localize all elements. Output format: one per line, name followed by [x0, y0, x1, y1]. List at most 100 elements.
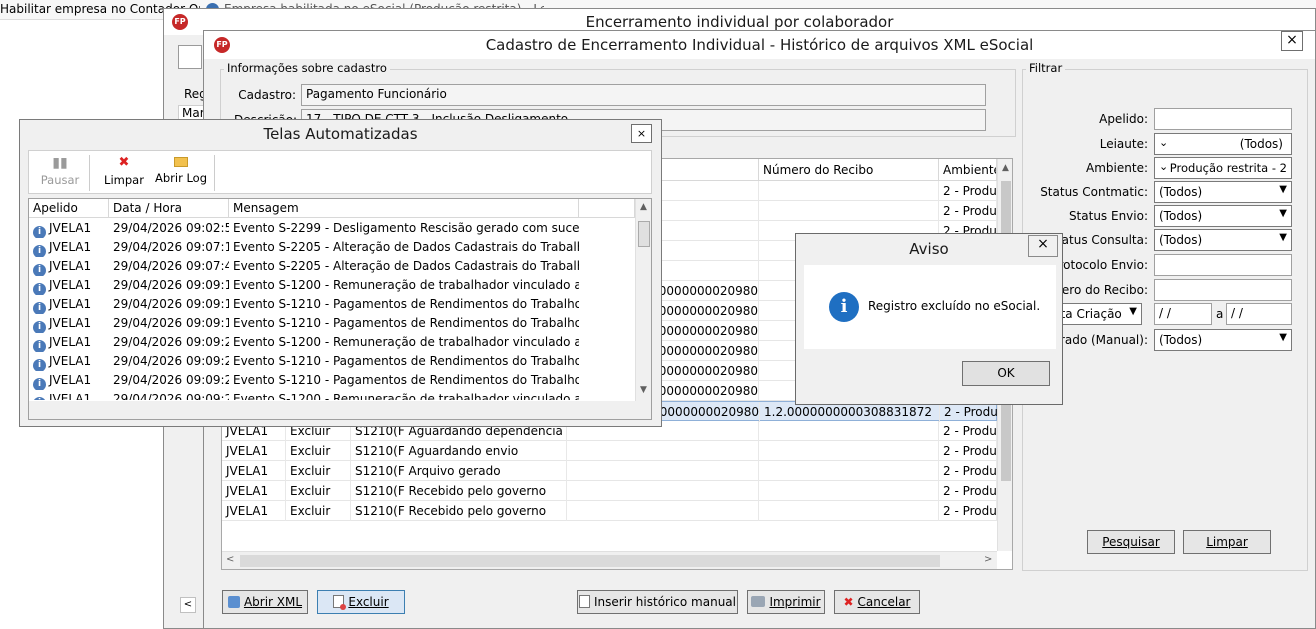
log-cell-mensagem: Evento S-1210 - Pagamentos de Rendimento… [233, 316, 579, 330]
cancelar-button[interactable]: ✖ Cancelar [834, 590, 920, 614]
inserir-historico-label: Inserir histórico manual [594, 595, 736, 609]
date-from-input[interactable]: / / [1154, 303, 1212, 325]
log-cell-mensagem: Evento S-2205 - Alteração de Dados Cadas… [233, 240, 579, 254]
table-cell-apelido: JVELA1 [222, 481, 286, 501]
table-row[interactable]: JVELA1 Excluir S1210(F Recebido pelo gover… [222, 501, 997, 521]
table-cell-recibo [759, 501, 939, 521]
outer-toolbar-button[interactable] [178, 45, 202, 69]
telas-close-button[interactable]: × [631, 124, 652, 143]
log-row[interactable]: iJVELA1 29/04/2026 09:09:20 Evento S-1200 … [29, 332, 635, 352]
log-row[interactable]: i JVELA1 29/04/2026 09:09:19 Evento S-1200 … [29, 275, 635, 295]
log-row[interactable]: i JVELA1 29/04/2026 09:09:19 Evento S-1210 … [29, 294, 635, 314]
log-apelido-text: JVELA1 [49, 297, 92, 311]
log-apelido-text: JVELA1 [49, 278, 92, 292]
numero-recibo-input[interactable] [1154, 279, 1292, 301]
grid-header-recibo[interactable]: Número do Recibo [759, 159, 939, 181]
protocolo-envio-input[interactable] [1154, 254, 1292, 276]
outer-left-scroll-arrow[interactable]: < [180, 597, 196, 613]
aviso-titlebar[interactable]: Aviso [796, 234, 1062, 264]
log-cell-datahora: 29/04/2026 09:02:51 [113, 221, 229, 235]
log-row[interactable]: iJVELA1 29/04/2026 09:09:20 Evento S-1200 … [29, 389, 635, 400]
excluir-button[interactable]: Excluir [317, 590, 405, 614]
red-x-icon: ✖ [118, 155, 130, 170]
grid-horizontal-scrollbar[interactable]: < > [222, 551, 997, 569]
aviso-ok-button[interactable]: OK [962, 361, 1050, 386]
table-cell-recibo: 1.2.0000000000308831872 [760, 402, 940, 422]
ambiente-value: Produção restrita - 2 [1169, 161, 1287, 175]
table-cell-operacao: Excluir [286, 441, 351, 461]
date-to-input[interactable]: / / [1226, 303, 1292, 325]
gerado-manual-value: (Todos) [1159, 333, 1203, 347]
close-icon: × [636, 127, 647, 140]
log-apelido-text: JVELA1 [49, 221, 92, 235]
log-row[interactable]: i JVELA1 29/04/2026 09:09:20 Evento S-1210 … [29, 370, 635, 390]
log-horizontal-scrollbar[interactable] [29, 401, 651, 419]
log-row[interactable]: i JVELA1 29/04/2026 09:07:43 Evento S-2205 … [29, 256, 635, 276]
toolbar-divider [89, 155, 90, 191]
table-cell-recibo [759, 181, 939, 201]
log-header-mensagem[interactable]: Mensagem [229, 199, 579, 218]
main-window-titlebar[interactable]: FP Cadastro de Encerramento Individual -… [204, 31, 1315, 59]
apelido-filter-input[interactable] [1154, 108, 1292, 130]
info-icon: i [829, 292, 859, 322]
status-contmatic-select[interactable]: (Todos) ▼ [1154, 181, 1292, 203]
log-row[interactable]: i JVELA1 29/04/2026 09:09:20 Evento S-1210 … [29, 351, 635, 371]
abrir-xml-label: Abrir XML [243, 595, 303, 609]
table-cell-protocolo [567, 461, 759, 481]
log-row[interactable]: i JVELA1 29/04/2026 09:02:51 Evento S-2299 … [29, 218, 635, 238]
log-row[interactable]: i JVELA1 29/04/2026 09:07:16 Evento S-2205 … [29, 237, 635, 257]
aviso-close-button[interactable]: × [1028, 235, 1058, 257]
folder-icon [174, 157, 188, 167]
log-cell-datahora: 29/04/2026 09:09:20 [113, 354, 229, 368]
table-cell-ambiente: 2 - Produção [939, 481, 997, 501]
table-cell-recibo [759, 441, 939, 461]
ambiente-select[interactable]: ⌄ Produção restrita - 2 [1154, 157, 1292, 179]
table-cell-operacao: Excluir [286, 501, 351, 521]
gerado-manual-select[interactable]: (Todos) ▼ [1154, 329, 1292, 351]
log-cell-mensagem: Evento S-1210 - Pagamentos de Rendimento… [233, 297, 579, 311]
log-row[interactable]: i JVELA1 29/04/2026 09:09:19 Evento S-1210 … [29, 313, 635, 333]
table-cell-operacao: Excluir [286, 461, 351, 481]
chevron-down-icon: ⌄ [1159, 160, 1169, 173]
cancelar-label: Cancelar [857, 595, 911, 609]
telas-toolbar: ▮▮ Pausar ✖ Limpar Abrir Log [28, 150, 652, 194]
chevron-down-icon: ▼ [1279, 208, 1287, 219]
table-cell-apelido: JVELA1 [222, 441, 286, 461]
telas-titlebar[interactable]: Telas Automatizadas [20, 120, 661, 148]
log-vertical-scrollbar[interactable]: ▲ ▼ [635, 199, 651, 401]
log-header-apelido[interactable]: Apelido [29, 199, 109, 218]
pesquisar-button[interactable]: Pesquisar [1087, 530, 1175, 554]
table-row[interactable]: JVELA1 Excluir S1210(F Arquivo gerado 2 - P… [222, 461, 997, 481]
telas-log-grid: Apelido Data / Hora Mensagem i JVELA1 29/0… [28, 198, 652, 420]
log-apelido-text: JVELA1 [49, 373, 92, 387]
log-cell-apelido: iJVELA1 [29, 389, 109, 400]
pausar-button[interactable]: ▮▮ Pausar [35, 153, 85, 193]
log-cell-datahora: 29/04/2026 09:09:20 [113, 392, 229, 400]
log-apelido-text: JVELA1 [49, 316, 92, 330]
table-cell-protocolo [567, 441, 759, 461]
log-header-datahora[interactable]: Data / Hora [109, 199, 229, 218]
table-cell-operacao: Excluir [286, 481, 351, 501]
aviso-title: Aviso [909, 240, 949, 258]
log-scroll-thumb[interactable] [638, 221, 650, 247]
grid-header-ambiente[interactable]: Ambiente [939, 159, 997, 181]
log-cell-apelido: iJVELA1 [29, 237, 109, 257]
abrir-xml-button[interactable]: Abrir XML [222, 590, 308, 614]
abrir-log-button[interactable]: Abrir Log [153, 153, 209, 193]
inserir-historico-button[interactable]: Inserir histórico manual [577, 590, 738, 614]
main-window-close-button[interactable]: × [1281, 31, 1303, 51]
scroll-up-icon: ▲ [640, 202, 647, 212]
imprimir-button[interactable]: Imprimir [747, 590, 825, 614]
status-consulta-select[interactable]: (Todos) ▼ [1154, 229, 1292, 251]
table-row[interactable]: JVELA1 Excluir S1210(F Recebido pelo gover… [222, 481, 997, 501]
leiaute-label: Leiaute: [1099, 137, 1148, 151]
status-envio-select[interactable]: (Todos) ▼ [1154, 205, 1292, 227]
leiaute-select[interactable]: ⌄ (Todos) [1154, 133, 1292, 155]
table-row[interactable]: JVELA1 Excluir S1210(F Aguardando envio 2 -… [222, 441, 997, 461]
log-cell-mensagem: Evento S-1210 - Pagamentos de Rendimento… [233, 354, 579, 368]
limpar-log-button[interactable]: ✖ Limpar [97, 153, 151, 193]
limpar-filter-button[interactable]: Limpar [1183, 530, 1271, 554]
h-scroll-thumb[interactable] [240, 555, 940, 567]
imprimir-label: Imprimir [769, 595, 821, 609]
log-apelido-text: JVELA1 [49, 354, 92, 368]
